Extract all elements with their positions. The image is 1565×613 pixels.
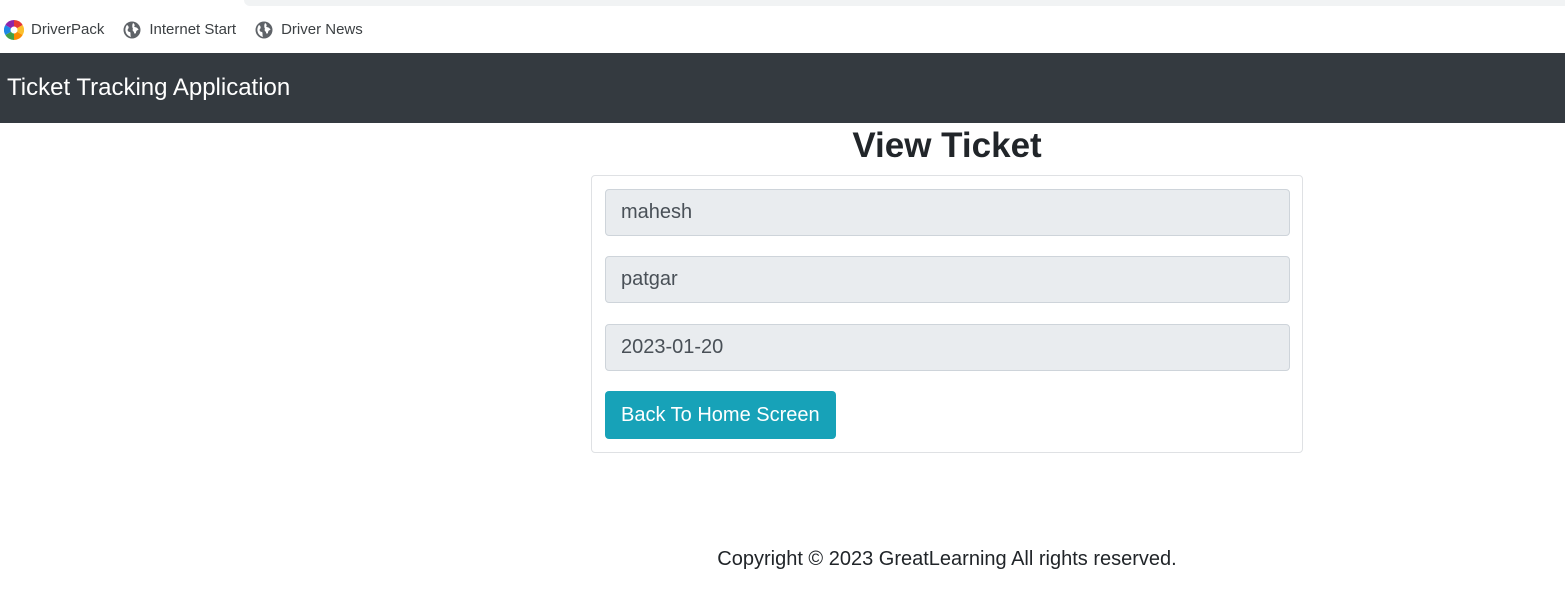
bookmark-driverpack[interactable]: DriverPack (4, 15, 114, 45)
page-title: View Ticket (852, 126, 1042, 165)
first-name-field[interactable] (605, 189, 1290, 236)
bookmark-internet-start[interactable]: Internet Start (122, 15, 246, 45)
bookmark-driver-news[interactable]: Driver News (254, 15, 373, 45)
last-name-field[interactable] (605, 256, 1290, 303)
globe-icon (122, 20, 142, 40)
driverpack-logo-icon (4, 19, 24, 40)
bookmark-label: Driver News (281, 21, 363, 38)
ticket-card: Back To Home Screen (591, 175, 1303, 453)
top-navbar: Ticket Tracking Application (0, 53, 1565, 123)
globe-icon (254, 20, 274, 40)
date-field[interactable] (605, 324, 1290, 371)
page-header: View Ticket (591, 124, 1303, 170)
back-to-home-button[interactable]: Back To Home Screen (605, 391, 836, 439)
bookmark-label: DriverPack (31, 21, 105, 38)
navbar-brand-link[interactable]: Ticket Tracking Application (7, 74, 290, 102)
footer-copyright: Copyright © 2023 GreatLearning All right… (717, 548, 1177, 570)
bookmarks-bar: DriverPack Internet Start Driver News (0, 6, 1565, 53)
bookmark-label: Internet Start (149, 21, 237, 38)
